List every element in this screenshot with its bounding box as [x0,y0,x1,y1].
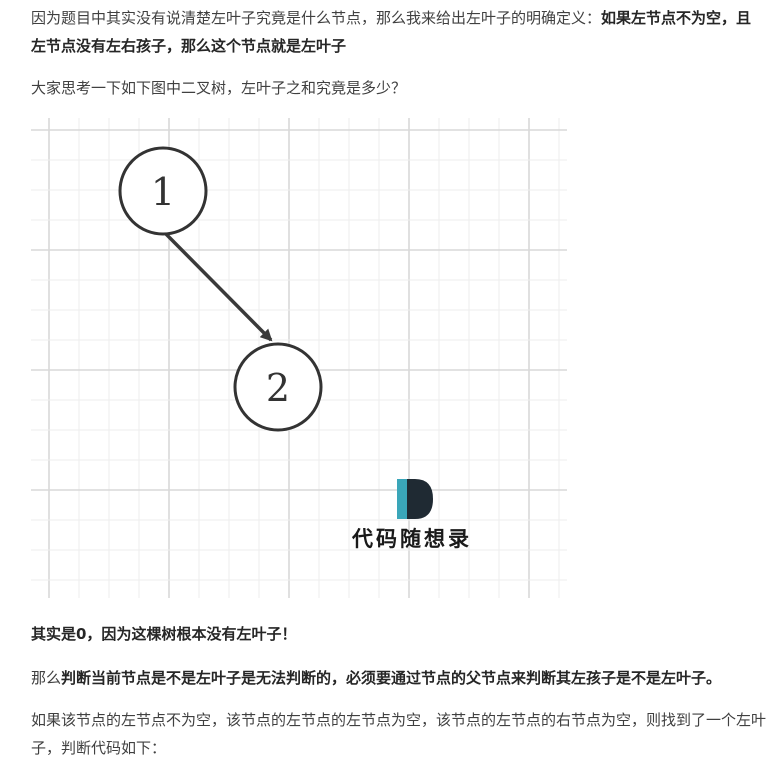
question-paragraph: 大家思考一下如下图中二叉树，左叶子之和究竟是多少？ [31,79,407,97]
judge-bold: 判断当前节点是不是左叶子是无法判断的，必须要通过节点的父节点来判断其左孩子是不是… [61,669,722,687]
binary-tree-diagram: 1 2 代码随想录 [31,118,567,598]
condition-paragraph: 如果该节点的左节点不为空，该节点的左节点的左节点为空，该节点的左节点的右节点为空… [31,711,767,757]
binary-tree-figure: 1 2 代码随想录 [31,118,567,598]
tree-node-root: 1 [118,146,208,236]
tree-node-child: 2 [233,342,323,432]
tree-node-child-label: 2 [266,366,290,410]
logo-teal-bar [397,479,407,519]
tree-node-root-label: 1 [151,170,175,214]
watermark-text: 代码随想录 [351,527,472,551]
answer-paragraph: 其实是0，因为这棵树根本没有左叶子！ [31,620,761,648]
tree-edge-arrow [162,230,273,342]
definition-paragraph: 因为题目中其实没有说清楚左叶子究竟是什么节点，那么我来给出左叶子的明确定义：如果… [31,4,761,60]
logo-d-shape [407,479,433,519]
definition-text: 因为题目中其实没有说清楚左叶子究竟是什么节点，那么我来给出左叶子的明确定义： [31,9,602,27]
judge-paragraph: 那么判断当前节点是不是左叶子是无法判断的，必须要通过节点的父节点来判断其左孩子是… [31,664,773,692]
answer-bold: 其实是0，因为这棵树根本没有左叶子！ [31,625,297,643]
judge-prefix: 那么 [31,669,62,687]
